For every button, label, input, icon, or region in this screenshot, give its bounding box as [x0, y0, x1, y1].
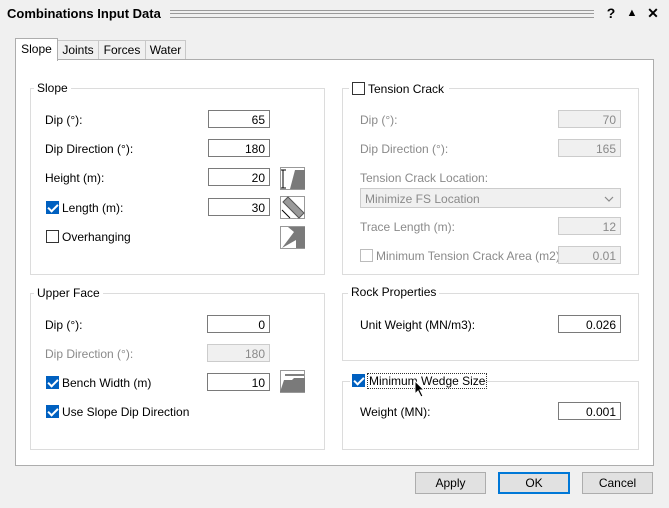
min-tension-area-label: Minimum Tension Crack Area (m2): — [376, 249, 564, 263]
min-wedge-checkbox[interactable] — [352, 374, 365, 387]
help-icon[interactable]: ? — [603, 4, 619, 22]
tab-forces[interactable]: Forces — [98, 40, 146, 60]
slope-group-title: Slope — [34, 81, 71, 95]
close-icon[interactable]: ✕ — [645, 4, 661, 22]
tab-water[interactable]: Water — [145, 40, 186, 60]
trace-length-label: Trace Length (m): — [360, 220, 455, 234]
length-field[interactable]: 30 — [208, 198, 270, 216]
overhanging-label: Overhanging — [62, 230, 131, 244]
tension-crack-title: Tension Crack — [368, 82, 445, 96]
bench-width-field[interactable]: 10 — [207, 373, 270, 391]
unit-weight-field[interactable]: 0.026 — [558, 315, 621, 333]
slope-height-diagram-icon — [280, 167, 305, 190]
min-wedge-title: Minimum Wedge Size — [367, 373, 488, 389]
slope-dip-direction-label: Dip Direction (°): — [45, 142, 134, 156]
length-checkbox[interactable] — [46, 201, 59, 214]
bench-width-diagram-icon — [280, 370, 305, 393]
overhanging-checkbox[interactable] — [46, 230, 59, 243]
min-tension-area-field[interactable]: 0.01 — [558, 246, 621, 264]
weight-field[interactable]: 0.001 — [558, 402, 621, 420]
ok-button[interactable]: OK — [498, 472, 570, 494]
tension-dip-field[interactable]: 70 — [558, 110, 621, 128]
length-label: Length (m): — [62, 201, 124, 215]
upper-dip-direction-label: Dip Direction (°): — [45, 347, 134, 361]
slope-dip-label: Dip (°): — [45, 113, 83, 127]
tension-dip-direction-label: Dip Direction (°): — [360, 142, 449, 156]
slope-dip-direction-field[interactable]: 180 — [208, 139, 270, 157]
height-field[interactable]: 20 — [208, 168, 270, 186]
tension-location-value: Minimize FS Location — [365, 192, 480, 206]
upper-dip-direction-field[interactable]: 180 — [207, 344, 270, 362]
chevron-down-icon — [604, 196, 614, 202]
dialog-title: Combinations Input Data — [7, 6, 161, 21]
tension-dip-direction-field[interactable]: 165 — [558, 139, 621, 157]
tension-location-select[interactable]: Minimize FS Location — [360, 188, 621, 208]
apply-button[interactable]: Apply — [415, 472, 486, 494]
tab-panel-slope: Slope Dip (°): 65 Dip Direction (°): 180… — [15, 59, 654, 466]
bench-width-label: Bench Width (m) — [62, 376, 152, 390]
height-label: Height (m): — [45, 171, 105, 185]
cancel-button[interactable]: Cancel — [582, 472, 653, 494]
tension-crack-checkbox[interactable] — [352, 82, 365, 95]
tab-slope[interactable]: Slope — [15, 38, 58, 61]
tension-location-label: Tension Crack Location: — [360, 171, 489, 185]
slope-length-diagram-icon — [280, 196, 305, 219]
collapse-icon[interactable]: ▲ — [624, 4, 640, 22]
tension-dip-label: Dip (°): — [360, 113, 398, 127]
use-slope-dip-checkbox[interactable] — [46, 405, 59, 418]
title-grip[interactable] — [170, 10, 594, 18]
trace-length-field[interactable]: 12 — [558, 217, 621, 235]
rock-properties-title: Rock Properties — [348, 285, 440, 299]
min-tension-area-checkbox[interactable] — [360, 249, 373, 262]
weight-label: Weight (MN): — [360, 405, 431, 419]
unit-weight-label: Unit Weight (MN/m3): — [360, 318, 476, 332]
upper-dip-label: Dip (°): — [45, 318, 83, 332]
upper-dip-field[interactable]: 0 — [207, 315, 270, 333]
bench-width-checkbox[interactable] — [46, 376, 59, 389]
tab-joints[interactable]: Joints — [57, 40, 99, 60]
slope-dip-field[interactable]: 65 — [208, 110, 270, 128]
overhanging-diagram-icon — [280, 226, 305, 249]
use-slope-dip-label: Use Slope Dip Direction — [62, 405, 190, 419]
upper-face-title: Upper Face — [34, 286, 103, 300]
mouse-cursor-icon — [414, 380, 426, 398]
